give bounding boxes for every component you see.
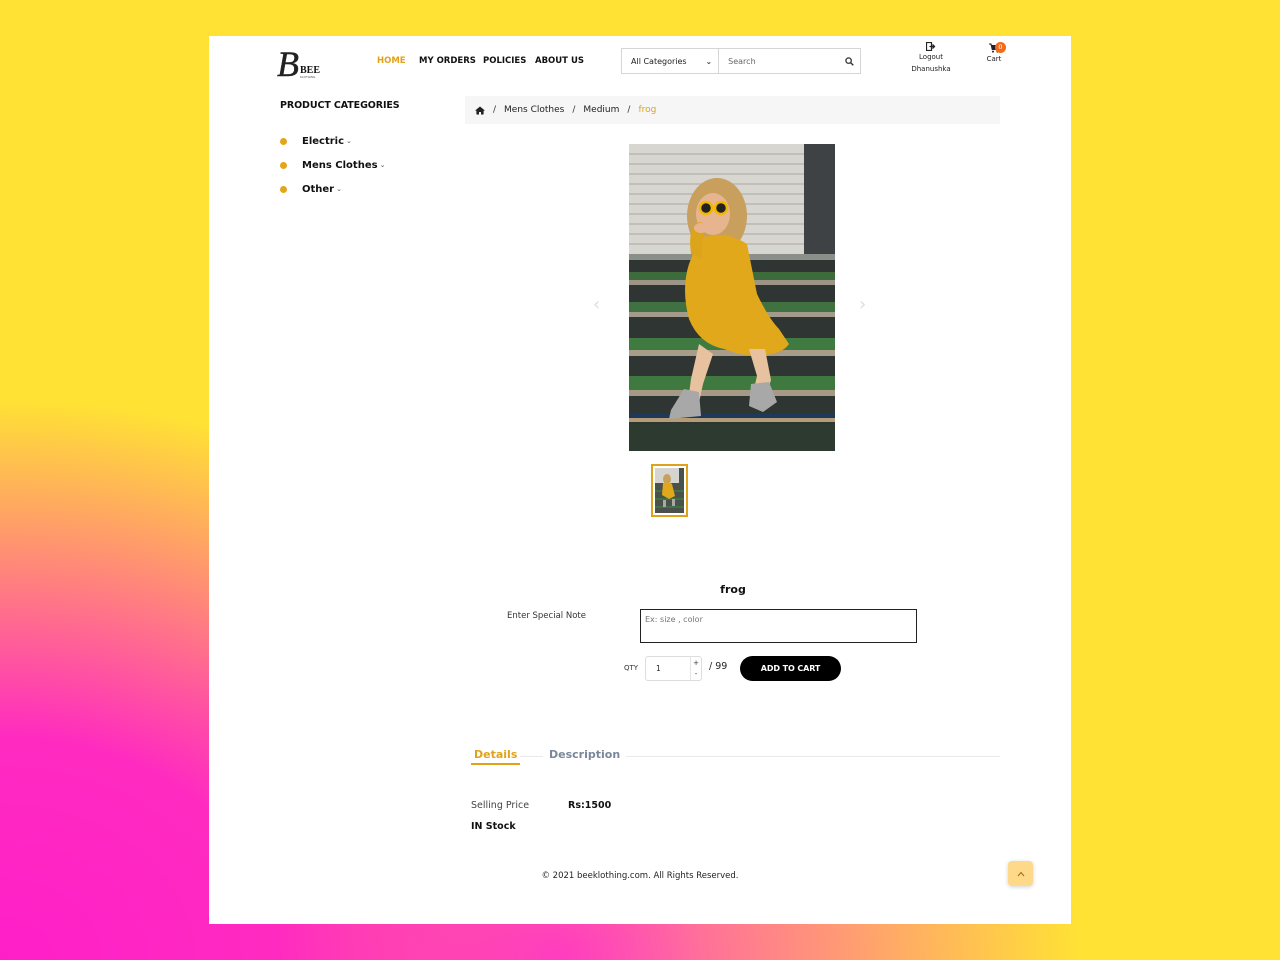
bullet-icon: [280, 161, 287, 169]
breadcrumb-link-mens-clothes[interactable]: Mens Clothes: [504, 105, 564, 115]
add-to-cart-button[interactable]: ADD TO CART: [740, 656, 841, 681]
search-button[interactable]: [838, 49, 860, 73]
product-tabs: Details Description: [471, 746, 1000, 768]
sidebar-item-mens-clothes[interactable]: Mens Clothes ⌄: [280, 153, 385, 177]
chevron-down-icon: ⌄: [379, 161, 386, 169]
special-note-label: Enter Special Note: [507, 611, 586, 621]
plus-icon[interactable]: +: [693, 659, 699, 667]
nav-policies[interactable]: POLICIES: [483, 56, 526, 66]
minus-icon[interactable]: -: [695, 670, 698, 678]
search-bar: All Categories ⌄: [621, 48, 861, 74]
scroll-to-top-button[interactable]: [1008, 861, 1033, 886]
user-name: Dhanushka: [911, 65, 951, 73]
sidebar-item-label: Other: [302, 183, 335, 195]
category-select[interactable]: All Categories ⌄: [622, 49, 720, 73]
sidebar-title: PRODUCT CATEGORIES: [280, 100, 400, 111]
product-main-image: [629, 144, 835, 451]
category-list: Electric ⌄ Mens Clothes ⌄ Other ⌄: [280, 129, 385, 201]
search-icon: [844, 56, 854, 66]
main-nav: HOME MY ORDERS POLICIES ABOUT US: [209, 56, 609, 68]
cart-count-badge: 0: [995, 42, 1006, 53]
logout-button[interactable]: Logout Dhanushka: [903, 42, 959, 75]
tab-details[interactable]: Details: [471, 748, 521, 765]
bullet-icon: [280, 185, 287, 193]
nav-about-us[interactable]: ABOUT US: [535, 56, 584, 66]
selling-price-value: Rs:1500: [568, 800, 612, 811]
bullet-icon: [280, 137, 287, 145]
qty-max: / 99: [709, 661, 728, 672]
product-title: frog: [720, 583, 746, 596]
quantity-stepper[interactable]: 1 + -: [645, 656, 702, 681]
logout-label: Logout: [919, 53, 943, 61]
chevron-down-icon: ⌄: [705, 56, 713, 66]
svg-text:KLOTHING: KLOTHING: [300, 75, 316, 79]
sidebar-item-electric[interactable]: Electric ⌄: [280, 129, 385, 153]
footer-copyright: © 2021 beeklothing.com. All Rights Reser…: [541, 871, 739, 881]
nav-home[interactable]: HOME: [377, 56, 406, 66]
category-select-value: All Categories: [631, 56, 687, 66]
cart-button[interactable]: 0 Cart: [979, 42, 1009, 65]
carousel-next-icon[interactable]: ›: [859, 294, 866, 315]
breadcrumb-separator: /: [627, 105, 631, 115]
product-thumbnail[interactable]: [651, 464, 688, 517]
breadcrumb-current: frog: [638, 105, 657, 115]
chevron-down-icon: ⌄: [346, 137, 352, 145]
tab-description[interactable]: Description: [543, 748, 627, 761]
breadcrumb-separator: /: [572, 105, 576, 115]
sidebar-item-label: Mens Clothes: [302, 159, 378, 171]
home-icon[interactable]: [475, 106, 485, 115]
qty-step-controls: + -: [690, 657, 701, 680]
breadcrumb: / Mens Clothes / Medium / frog: [465, 96, 1000, 124]
carousel-prev-icon[interactable]: ‹: [593, 294, 600, 315]
sidebar-item-other[interactable]: Other ⌄: [280, 177, 385, 201]
logout-icon: [926, 42, 936, 51]
selling-price-label: Selling Price: [471, 800, 530, 811]
qty-value: 1: [656, 664, 661, 673]
cart-label: Cart: [986, 55, 1002, 63]
qty-label: QTY: [624, 664, 639, 672]
stock-status: IN Stock: [471, 821, 516, 832]
search-input[interactable]: [719, 49, 839, 73]
breadcrumb-separator: /: [493, 105, 497, 115]
breadcrumb-link-medium[interactable]: Medium: [583, 105, 619, 115]
chevron-down-icon: ⌄: [336, 185, 342, 193]
chevron-up-icon: [1017, 871, 1024, 876]
nav-my-orders[interactable]: MY ORDERS: [419, 56, 476, 66]
sidebar-item-label: Electric: [302, 135, 345, 147]
page-card: B BEE KLOTHING HOME MY ORDERS POLICIES A…: [209, 36, 1071, 924]
special-note-field[interactable]: [640, 609, 917, 643]
